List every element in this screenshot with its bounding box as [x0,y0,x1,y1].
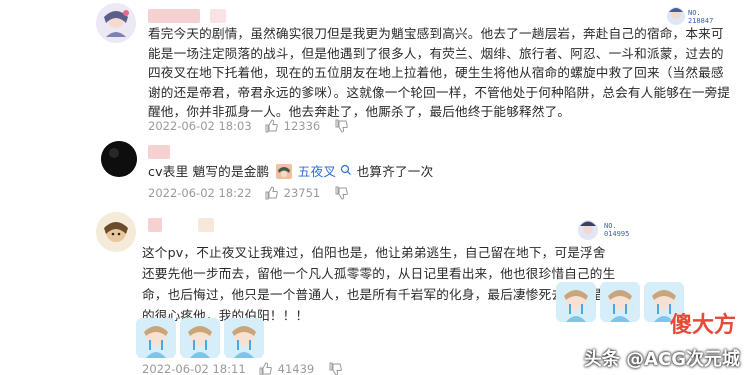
sticker-emoji[interactable] [224,318,264,358]
avatar-image-icon [96,3,136,43]
avatar-image-icon [101,141,137,177]
username-blurred [148,145,170,159]
thumb-down-icon[interactable] [334,186,349,200]
comment-1: NO. 218847 看完今天的剧情，虽然确实很刀但是我更为魈宝感到高兴。他去了… [0,0,750,140]
crying-character-icon [136,318,176,358]
character-emoji-icon [275,164,292,179]
avatar[interactable] [96,3,136,43]
like-count: 12336 [283,119,321,133]
username-blurred [148,9,200,23]
sticker-emoji[interactable] [180,318,220,358]
sticker-emoji[interactable] [556,282,596,322]
like-count: 41439 [277,362,315,375]
watermark-source: 头条 @ACG次元城 [583,349,740,370]
crying-character-icon [224,318,264,358]
crying-character-icon [180,318,220,358]
timestamp: 2022-06-02 18:11 [142,362,246,375]
comment-meta: 2022-06-02 18:03 12336 [148,119,354,133]
comment-text: cv表里 魈写的是金鹏 五夜叉 也算齐了一次 [148,162,433,182]
sticker-row-right [556,282,684,322]
avatar-image-icon [96,212,136,252]
thumb-up-icon[interactable] [258,362,272,375]
thumb-down-icon[interactable] [328,362,343,375]
thumb-up-icon[interactable] [264,186,278,200]
sticker-emoji[interactable] [600,282,640,322]
fan-number: NO. 014995 [604,222,630,238]
username-blurred [210,9,226,23]
thumb-up-icon[interactable] [264,119,278,133]
comment-text: 看完今天的剧情，虽然确实很刀但是我更为魈宝感到高兴。他去了一趟层岩，奔赴自己的宿… [148,26,731,120]
sticker-row-left [136,318,264,358]
avatar[interactable] [101,141,137,177]
search-icon[interactable] [340,164,352,176]
crying-character-icon [600,282,640,322]
comment-text-suffix: 也算齐了一次 [356,164,434,179]
comment-text-prefix: cv表里 魈写的是金鹏 [148,164,270,179]
comment-text: 这个pv，不止夜叉让我难过，伯阳也是，他让弟弟逃生，自己留在地下，可是浮舍还要先… [142,245,616,323]
fan-number: NO. 218847 [688,9,714,25]
timestamp: 2022-06-02 18:03 [148,119,252,133]
like-count: 23751 [283,186,321,200]
crying-character-icon [556,282,596,322]
sticker-emoji[interactable] [136,318,176,358]
watermark-logo: 傻大方 [669,313,736,338]
username-blurred [148,218,162,232]
comment-meta: 2022-06-02 18:22 23751 [148,186,354,200]
avatar[interactable] [96,212,136,252]
comment-meta: 2022-06-02 18:11 41439 [142,362,348,375]
username-blurred [198,218,214,232]
mention-link[interactable]: 五夜叉 [298,164,336,179]
timestamp: 2022-06-02 18:22 [148,186,252,200]
comment-2: cv表里 魈写的是金鹏 五夜叉 也算齐了一次 2022-06-02 18:22 … [0,140,750,200]
thumb-down-icon[interactable] [334,119,349,133]
